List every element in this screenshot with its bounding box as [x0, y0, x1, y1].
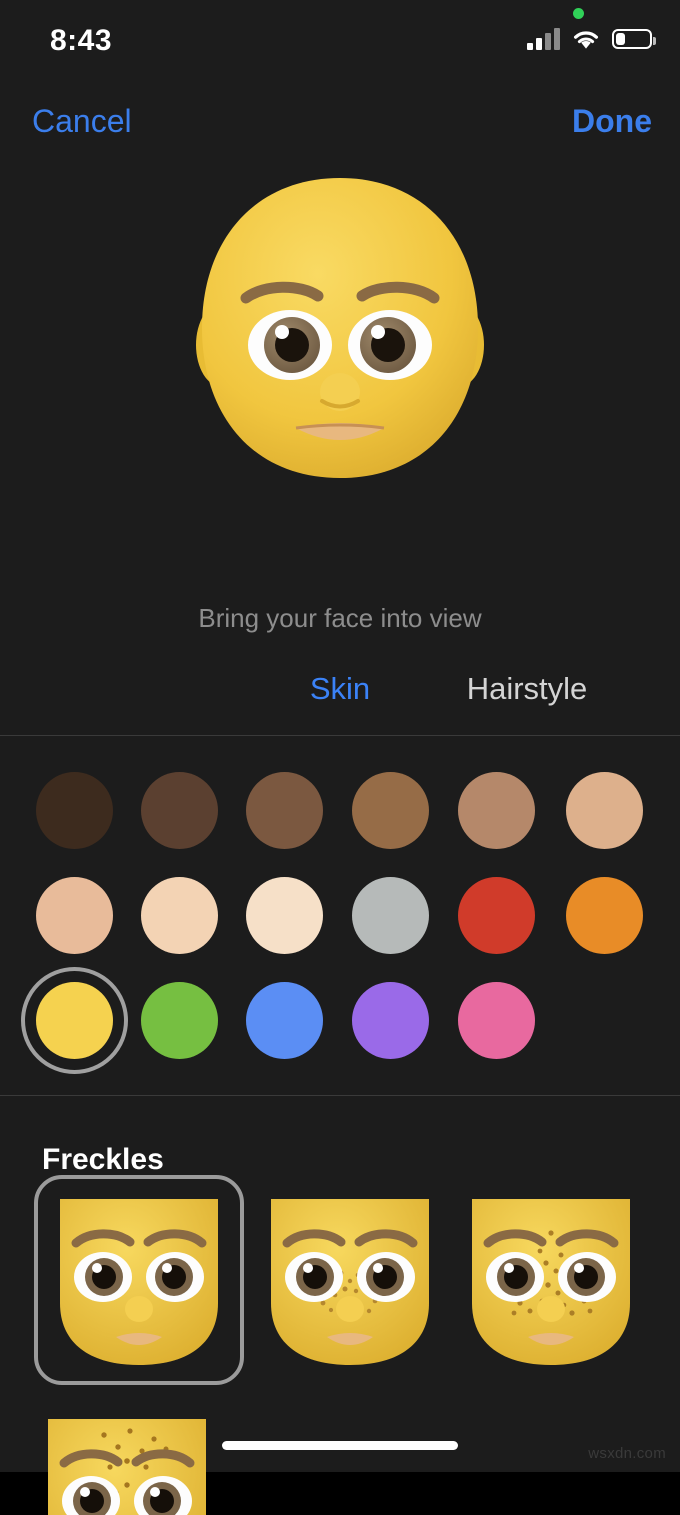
skin-swatch-2[interactable]	[246, 772, 323, 849]
nav-bar: Cancel Done	[0, 90, 680, 152]
swatch-row-3	[0, 967, 680, 1087]
freckles-thumb-face-0	[60, 1199, 218, 1365]
swatch-row-2	[0, 877, 680, 982]
cellular-signal-icon	[527, 28, 560, 50]
skin-swatch-15[interactable]	[352, 982, 429, 1059]
skin-swatch-8[interactable]	[246, 877, 323, 954]
freckles-option-medium[interactable]	[458, 1185, 644, 1371]
swatch-row-1	[0, 772, 680, 877]
skin-color-grid	[0, 748, 680, 1093]
skin-swatch-1[interactable]	[141, 772, 218, 849]
skin-swatch-9[interactable]	[352, 877, 429, 954]
freckles-section-title: Freckles	[42, 1143, 164, 1176]
skin-swatch-14[interactable]	[246, 982, 323, 1059]
status-bar-icons	[527, 28, 656, 50]
skin-swatch-3[interactable]	[352, 772, 429, 849]
divider-bottom	[0, 1095, 680, 1096]
freckles-thumb-face-2	[472, 1199, 630, 1365]
freckles-options-row	[0, 1175, 680, 1385]
watermark: wsxdn.com	[588, 1445, 666, 1462]
tab-skin[interactable]: Skin	[310, 663, 370, 715]
skin-swatch-6[interactable]	[36, 877, 113, 954]
skin-swatch-12[interactable]	[36, 982, 113, 1059]
battery-icon	[612, 29, 656, 49]
wifi-icon	[572, 29, 600, 50]
status-bar: 8:43	[0, 0, 680, 76]
skin-swatch-0[interactable]	[36, 772, 113, 849]
freckles-option-light[interactable]	[257, 1185, 443, 1371]
skin-swatch-13[interactable]	[141, 982, 218, 1059]
skin-swatch-4[interactable]	[458, 772, 535, 849]
memoji-preview	[0, 160, 680, 580]
face-hint-text: Bring your face into view	[198, 603, 482, 633]
freckles-thumb-face-1	[271, 1199, 429, 1365]
skin-swatch-16[interactable]	[458, 982, 535, 1059]
category-tabs: Skin Hairstyle	[0, 663, 680, 715]
home-indicator[interactable]	[222, 1441, 458, 1450]
tab-hairstyle[interactable]: Hairstyle	[467, 663, 588, 715]
freckles-thumb-face-3	[48, 1419, 206, 1515]
skin-swatch-10[interactable]	[458, 877, 535, 954]
memoji-face-illustration	[196, 178, 484, 478]
done-button[interactable]: Done	[572, 90, 652, 152]
recording-indicator-icon	[573, 8, 584, 19]
memoji-editor-screen: 8:43 Cancel Done Bring your face into vi…	[0, 0, 680, 1515]
skin-swatch-11[interactable]	[566, 877, 643, 954]
skin-swatch-5[interactable]	[566, 772, 643, 849]
skin-swatch-7[interactable]	[141, 877, 218, 954]
freckles-option-heavy[interactable]	[34, 1405, 220, 1515]
freckles-option-none[interactable]	[34, 1175, 244, 1385]
divider-top	[0, 735, 680, 736]
cancel-button[interactable]: Cancel	[32, 90, 132, 152]
status-bar-time: 8:43	[50, 24, 113, 57]
